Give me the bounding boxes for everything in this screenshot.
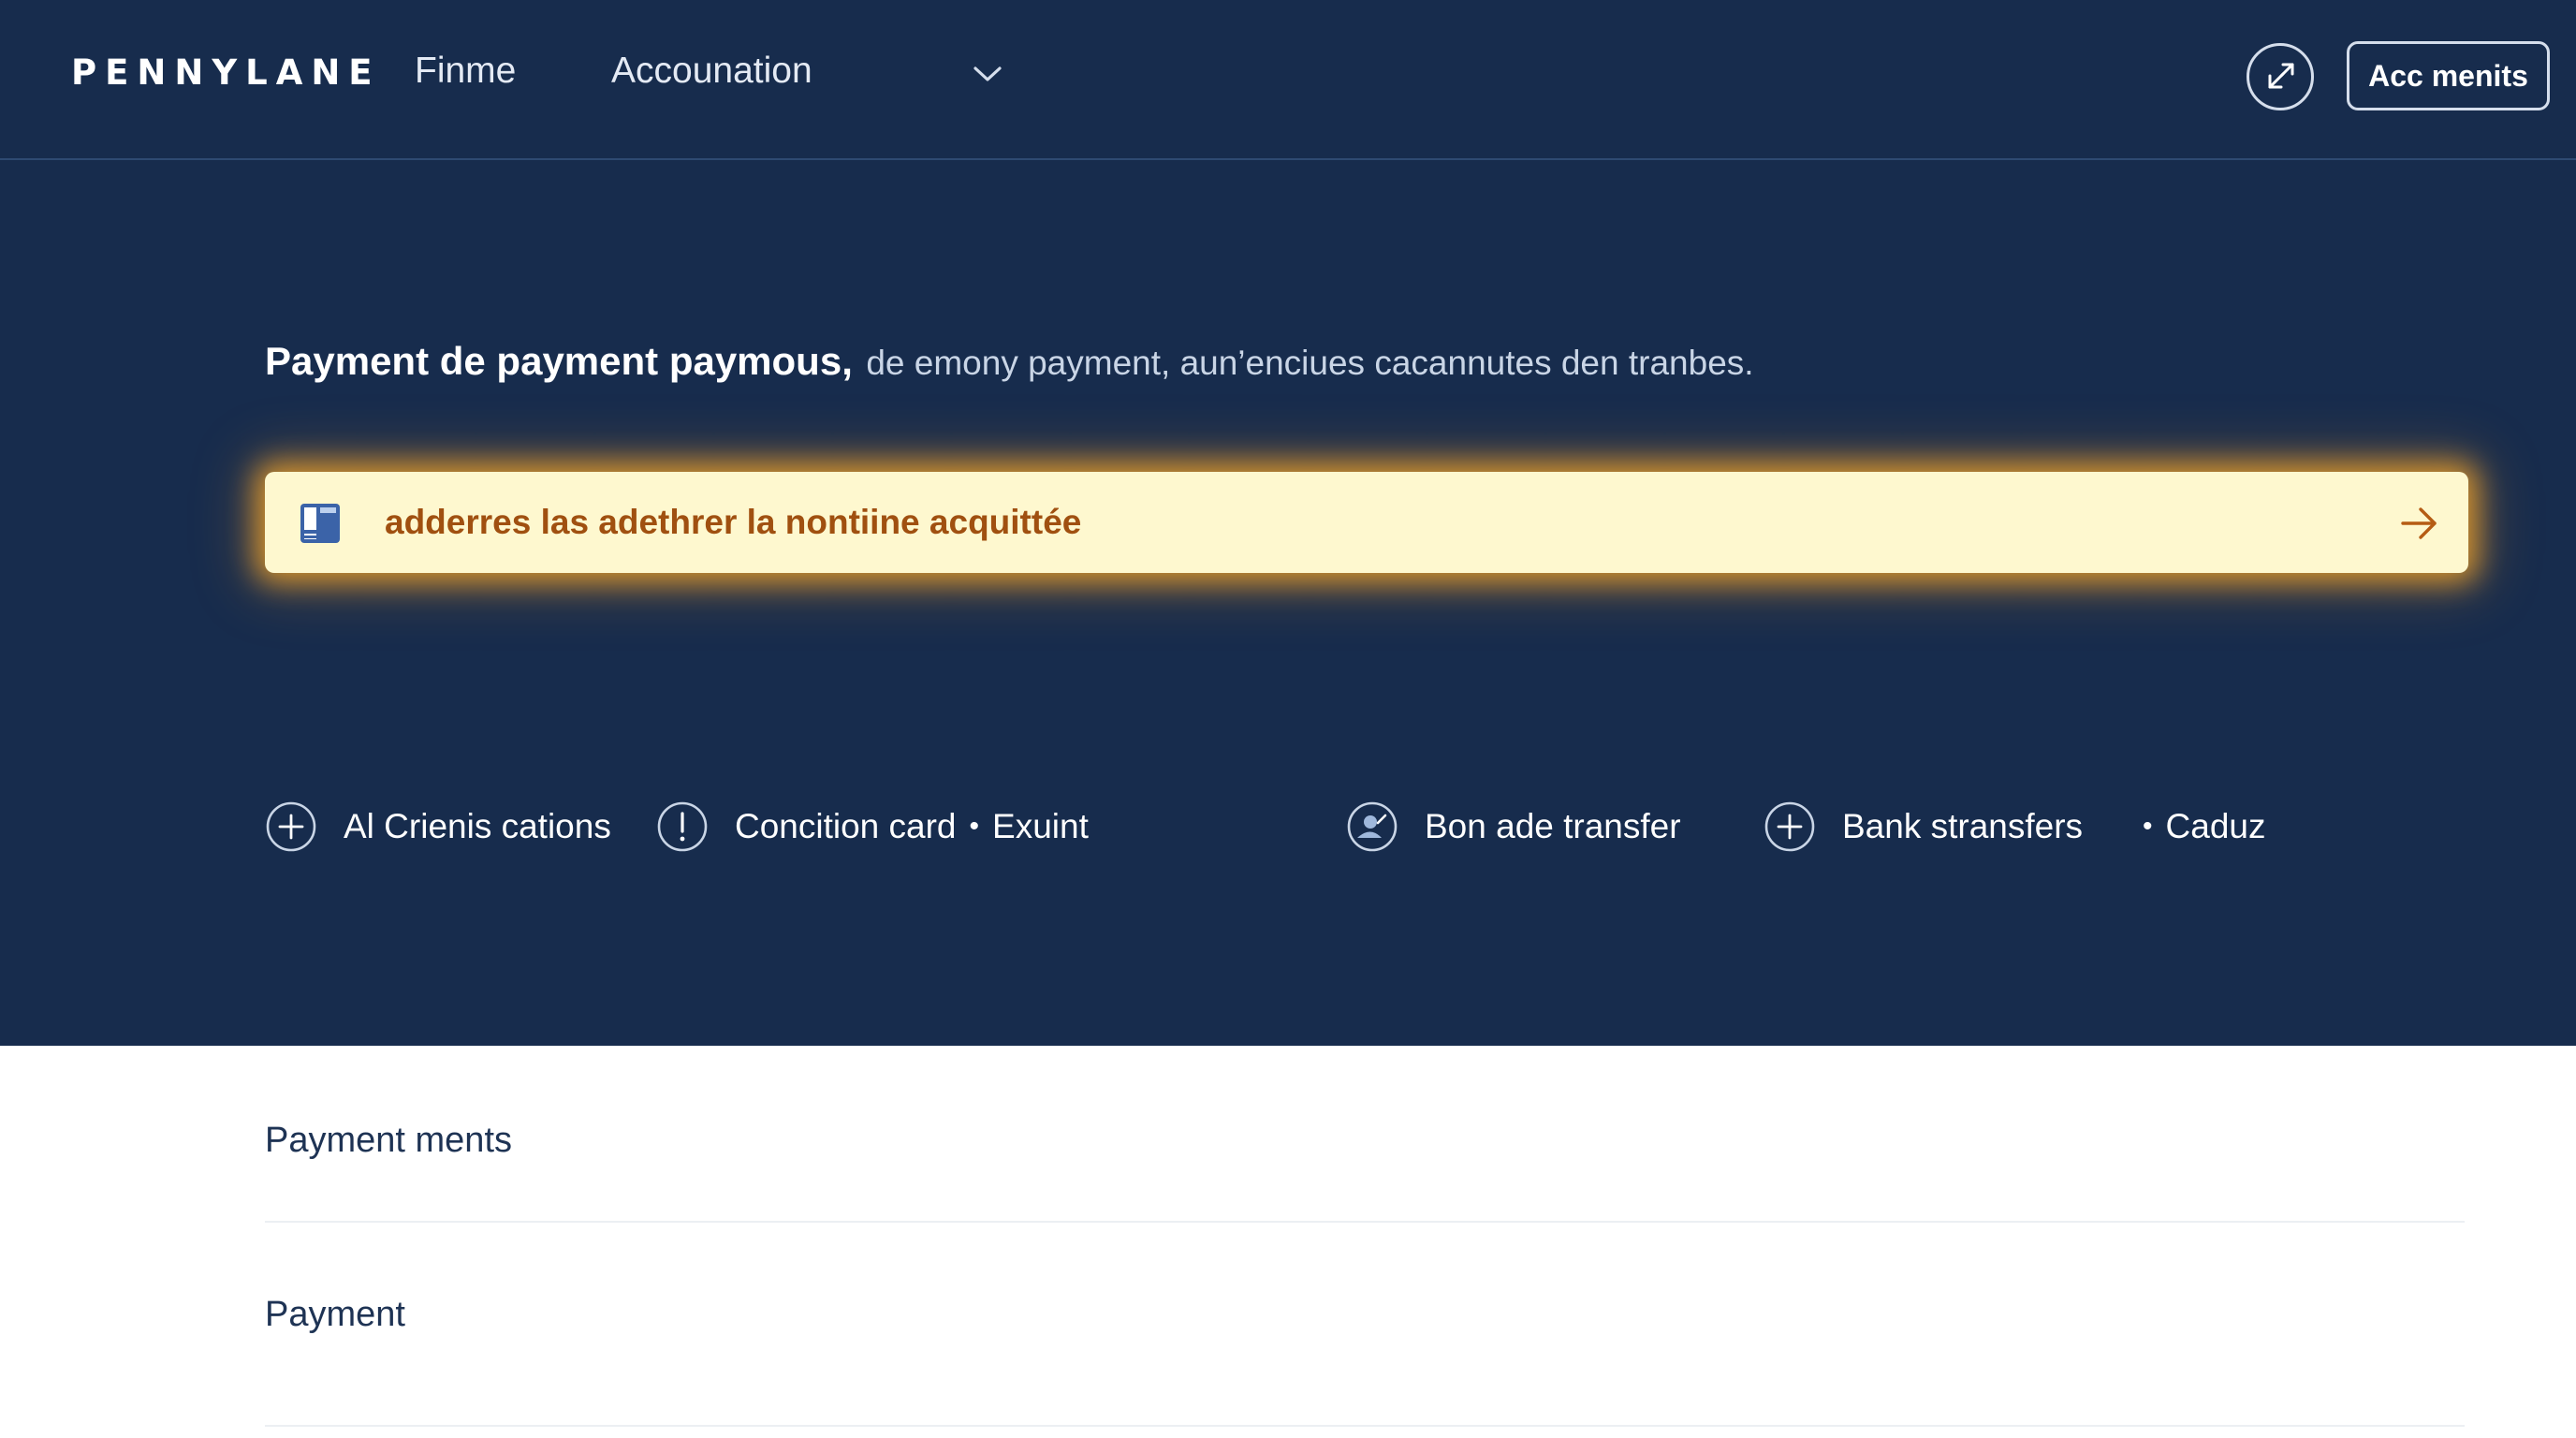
dot-icon: • (2143, 811, 2153, 842)
account-button[interactable]: Acc menits (2347, 41, 2550, 110)
action-al-crienis-cations[interactable]: Al Crienis cations (265, 800, 611, 853)
plus-circle-icon (266, 801, 316, 852)
action-label: Al Crienis cations (344, 807, 611, 845)
nav-item-accounation[interactable]: Accounation (611, 51, 812, 92)
banner-message: adderres las adethrer la nontiine acquit… (385, 503, 1082, 541)
plus-circle-icon (1764, 801, 1815, 852)
chevron-down-icon[interactable] (972, 62, 1003, 86)
row-label-payment: Payment (265, 1295, 405, 1334)
nav-item-finme[interactable]: Finme (415, 51, 516, 92)
action-label: Concition card (735, 807, 957, 845)
row-label-payment-ments: Payment ments (265, 1121, 512, 1160)
action-bon-ade-transfer[interactable]: Bon ade transfer (1346, 800, 1681, 853)
intro-text: Payment de payment paymous, de emony pay… (265, 339, 1754, 384)
external-link-icon (2268, 63, 2294, 89)
separator-dot: • (969, 811, 980, 842)
top-navigation-bar: PENNYLANE Finme Accounation Acc menits (0, 0, 2576, 160)
arrow-right-icon[interactable] (2397, 502, 2440, 545)
action-label: Bon ade transfer (1425, 807, 1681, 845)
pennylane-logo[interactable]: PENNYLANE (71, 52, 381, 93)
action-label: Caduz (2165, 807, 2266, 845)
intro-separator: , (842, 339, 853, 383)
user-circle-icon (1347, 801, 1398, 852)
action-label: Bank stransfers (1842, 807, 2084, 845)
intro-description: de emony payment, aun’enciues cacannutes… (866, 344, 1754, 382)
intro-title: Payment de payment paymous (265, 339, 842, 383)
list-item[interactable]: Payment (265, 1223, 2465, 1427)
action-concition-card[interactable]: Concition card • Exuint (656, 800, 1089, 853)
action-caduz[interactable]: • Caduz (2143, 800, 2265, 853)
highlight-banner[interactable]: adderres las adethrer la nontiine acquit… (265, 472, 2468, 573)
alert-circle-icon (657, 801, 708, 852)
external-link-button[interactable] (2247, 43, 2314, 110)
document-icon (300, 504, 340, 543)
action-extra: Exuint (992, 807, 1089, 845)
action-bank-stransfers[interactable]: Bank stransfers (1764, 800, 2083, 853)
list-item[interactable]: Payment ments (265, 1046, 2465, 1223)
hero-section: PENNYLANE Finme Accounation Acc menits P… (0, 0, 2576, 1046)
